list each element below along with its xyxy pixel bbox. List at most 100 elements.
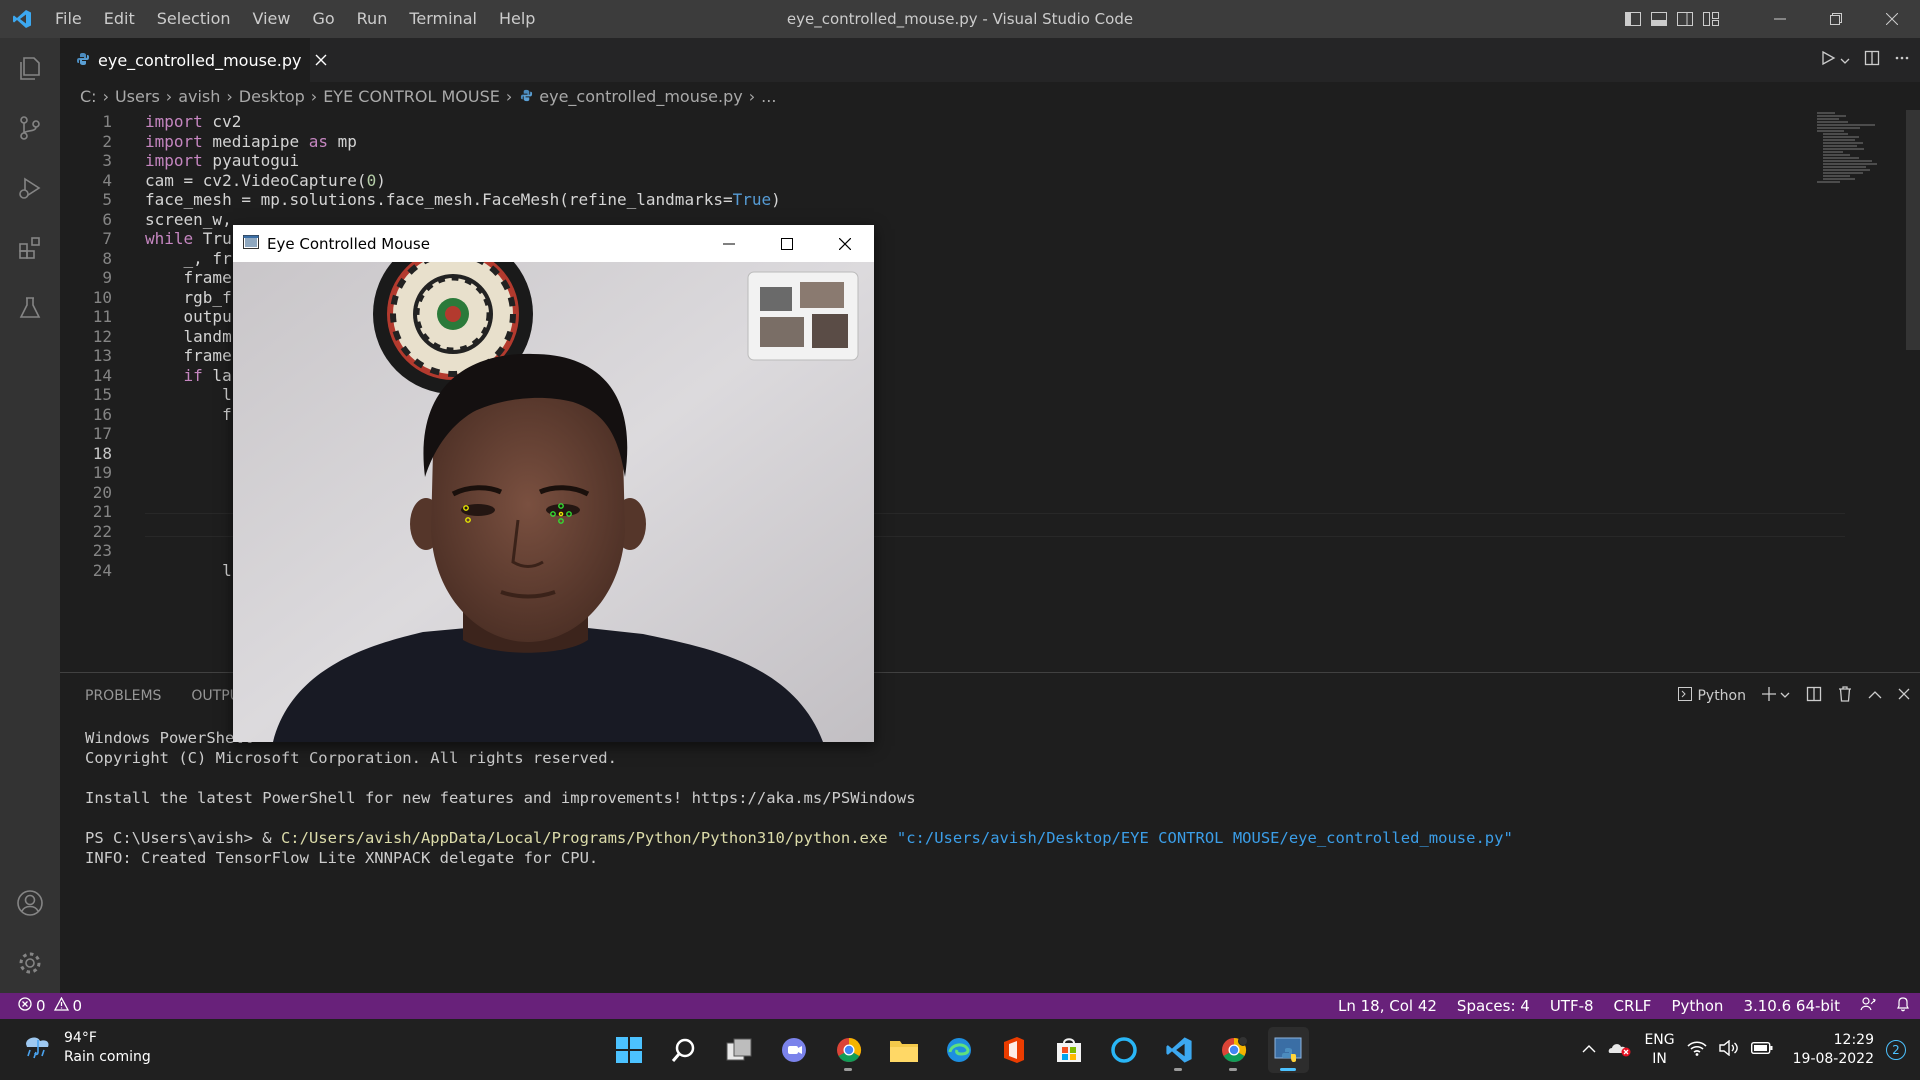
toggle-secondary-sidebar-icon[interactable] — [1672, 0, 1698, 38]
minimap-line — [1823, 178, 1856, 180]
cursor-position[interactable]: Ln 18, Col 42 — [1338, 997, 1437, 1015]
cv-window-title: Eye Controlled Mouse — [267, 234, 430, 253]
split-terminal-icon[interactable] — [1806, 686, 1822, 706]
run-file-icon[interactable] — [1820, 50, 1836, 70]
customize-layout-icon[interactable] — [1698, 0, 1724, 38]
teams-chat-icon[interactable] — [773, 1027, 814, 1073]
terminal-line: Copyright (C) Microsoft Corporation. All… — [85, 749, 617, 767]
breadcrumb-item[interactable]: EYE CONTROL MOUSE — [323, 87, 500, 106]
language-code: ENG — [1644, 1031, 1675, 1048]
onedrive-error-icon[interactable] — [1608, 1039, 1632, 1061]
language-mode[interactable]: Python — [1671, 997, 1723, 1015]
menu-selection[interactable]: Selection — [146, 0, 242, 38]
indentation[interactable]: Spaces: 4 — [1457, 997, 1530, 1015]
breadcrumb-item[interactable]: ... — [761, 87, 776, 106]
menu-run[interactable]: Run — [346, 0, 399, 38]
file-explorer-icon[interactable] — [883, 1027, 924, 1073]
menu-file[interactable]: File — [44, 0, 93, 38]
region-code: IN — [1652, 1050, 1667, 1067]
breadcrumb-item[interactable]: avish — [178, 87, 220, 106]
terminal-output[interactable]: Windows PowerShell Copyright (C) Microso… — [85, 728, 1513, 868]
cv-close-button[interactable] — [816, 225, 874, 262]
minimap-line — [1823, 151, 1843, 153]
testing-flask-icon[interactable] — [0, 278, 60, 338]
minimap-line — [1823, 160, 1872, 162]
menu-edit[interactable]: Edit — [93, 0, 146, 38]
toggle-primary-sidebar-icon[interactable] — [1620, 0, 1646, 38]
tab-problems[interactable]: PROBLEMS — [85, 688, 161, 704]
notification-badge[interactable]: 2 — [1886, 1039, 1906, 1060]
explorer-icon[interactable] — [0, 38, 60, 98]
error-count: 0 — [36, 997, 46, 1015]
battery-icon[interactable] — [1750, 1041, 1773, 1059]
office-icon[interactable] — [993, 1027, 1034, 1073]
wifi-icon[interactable] — [1687, 1040, 1707, 1060]
menu-view[interactable]: View — [242, 0, 302, 38]
menu-go[interactable]: Go — [301, 0, 345, 38]
taskbar-search-icon[interactable] — [663, 1027, 704, 1073]
weather-widget[interactable]: 94°F Rain coming — [22, 1029, 151, 1067]
cv-minimize-button[interactable] — [700, 225, 758, 262]
problems-status[interactable]: 0 0 — [0, 996, 82, 1015]
terminal-shell-label[interactable]: Python — [1697, 688, 1746, 704]
weather-temp: 94°F — [64, 1030, 97, 1046]
close-window-button[interactable] — [1864, 0, 1920, 38]
rain-cloud-icon — [22, 1030, 54, 1066]
cv-window-title-bar[interactable]: Eye Controlled Mouse — [233, 225, 874, 262]
chevron-down-icon[interactable] — [1840, 51, 1850, 70]
menu-terminal[interactable]: Terminal — [398, 0, 488, 38]
close-tab-icon[interactable] — [315, 51, 327, 70]
editor-tab-bar: eye_controlled_mouse.py — [60, 38, 1920, 82]
breadcrumb-item[interactable]: Desktop — [239, 87, 305, 106]
show-hidden-icons-chevron-icon[interactable] — [1582, 1042, 1596, 1058]
minimap[interactable] — [1805, 110, 1920, 672]
terminal-line: Windows PowerShell — [85, 729, 253, 747]
chrome-profile-icon[interactable] — [1213, 1027, 1254, 1073]
chrome-icon[interactable] — [828, 1027, 869, 1073]
run-debug-icon[interactable] — [0, 158, 60, 218]
extensions-icon[interactable] — [0, 218, 60, 278]
task-view-icon[interactable] — [718, 1027, 759, 1073]
input-language[interactable]: ENG IN — [1644, 1031, 1674, 1069]
accounts-icon[interactable] — [0, 873, 60, 933]
terminal-line: INFO: Created TensorFlow Lite XNNPACK de… — [85, 849, 599, 867]
vscode-logo-icon — [0, 0, 44, 38]
feedback-icon[interactable] — [1860, 996, 1876, 1016]
tab-eye-controlled-mouse[interactable]: eye_controlled_mouse.py — [60, 38, 327, 82]
python-interpreter[interactable]: 3.10.6 64-bit — [1743, 997, 1840, 1015]
trash-icon[interactable] — [1838, 686, 1852, 706]
toggle-panel-icon[interactable] — [1646, 0, 1672, 38]
editor-scrollbar[interactable] — [1906, 110, 1920, 350]
new-terminal-icon[interactable] — [1762, 687, 1776, 705]
breadcrumb-item[interactable]: Users — [115, 87, 160, 106]
python-window-icon[interactable] — [1268, 1026, 1309, 1073]
split-editor-icon[interactable] — [1864, 50, 1880, 70]
eye-controlled-mouse-window[interactable]: Eye Controlled Mouse — [233, 225, 874, 742]
volume-icon[interactable] — [1718, 1039, 1739, 1060]
clock[interactable]: 12:29 19-08-2022 — [1793, 1031, 1874, 1069]
notifications-bell-icon[interactable] — [1896, 996, 1910, 1016]
activity-bar — [0, 38, 60, 993]
more-actions-icon[interactable] — [1894, 50, 1910, 70]
line-ending[interactable]: CRLF — [1614, 997, 1652, 1015]
cv-maximize-button[interactable] — [758, 225, 816, 262]
minimap-line — [1817, 121, 1848, 123]
maximize-panel-icon[interactable] — [1868, 688, 1882, 704]
minimap-line — [1823, 136, 1859, 138]
source-control-icon[interactable] — [0, 98, 60, 158]
chevron-down-icon[interactable] — [1780, 688, 1790, 704]
microsoft-store-icon[interactable] — [1048, 1027, 1089, 1073]
close-panel-icon[interactable] — [1898, 688, 1910, 704]
settings-gear-icon[interactable] — [0, 933, 60, 993]
menu-help[interactable]: Help — [488, 0, 546, 38]
start-button[interactable] — [608, 1027, 649, 1073]
encoding[interactable]: UTF-8 — [1550, 997, 1594, 1015]
weather-desc: Rain coming — [64, 1049, 151, 1065]
edge-icon[interactable] — [938, 1027, 979, 1073]
breadcrumb-item[interactable]: eye_controlled_mouse.py — [539, 87, 742, 106]
restore-button[interactable] — [1808, 0, 1864, 38]
cortana-icon[interactable] — [1103, 1027, 1144, 1073]
breadcrumb-item[interactable]: C: — [80, 87, 97, 106]
minimize-button[interactable] — [1752, 0, 1808, 38]
vscode-taskbar-icon[interactable] — [1158, 1027, 1199, 1073]
